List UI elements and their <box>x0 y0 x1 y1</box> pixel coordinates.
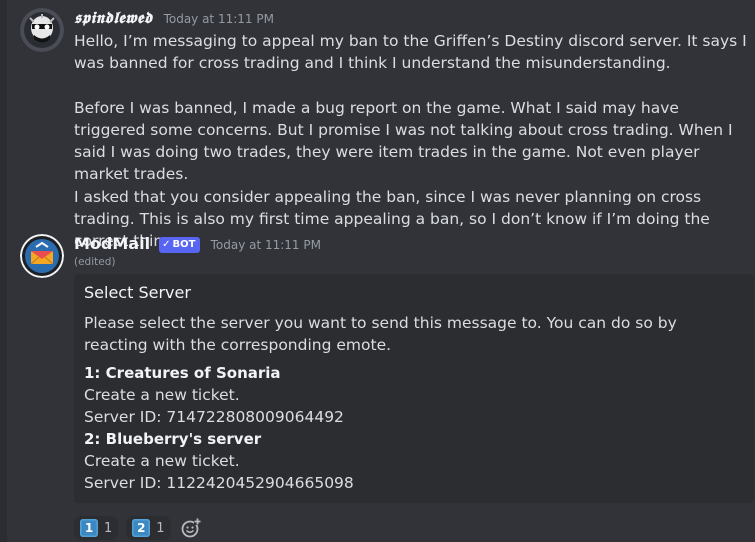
avatar[interactable] <box>20 8 64 52</box>
avatar[interactable] <box>20 234 64 278</box>
reaction-count: 1 <box>156 520 165 536</box>
embed-field-value: Server ID: 714722808009064492 <box>84 408 344 426</box>
embed-field-name: 2: Blueberry's server <box>84 430 262 448</box>
timestamp: Today at 11:11 PM <box>210 238 321 252</box>
embed-field-name: 1: Creatures of Sonaria <box>84 364 281 382</box>
embed-title: Select Server <box>84 283 191 302</box>
add-reaction-icon <box>181 518 201 538</box>
embed-field-value: Create a new ticket. <box>84 452 240 470</box>
verified-check-icon: ✓ <box>162 239 171 250</box>
reactions-bar: 1 1 2 1 <box>74 516 203 540</box>
message-paragraph: Before I was banned, I made a bug report… <box>74 98 733 184</box>
bot-tag-label: BOT <box>172 239 196 250</box>
embed: Select Server Please select the server y… <box>74 274 754 503</box>
reaction-count: 1 <box>104 520 113 536</box>
reaction-keycap-1[interactable]: 1 1 <box>74 516 119 540</box>
bot-tag: ✓ BOT <box>159 237 200 253</box>
embed-field-value: Create a new ticket. <box>84 386 240 404</box>
keycap-two-icon: 2 <box>132 519 151 537</box>
message-header: ModMail ✓ BOT Today at 11:11 PM <box>74 234 321 253</box>
timestamp: Today at 11:11 PM <box>163 12 274 26</box>
username[interactable]: ModMail <box>74 234 150 253</box>
embed-description: Please select the server you want to sen… <box>84 314 677 354</box>
message-body: Hello, I’m messaging to appeal my ban to… <box>74 30 754 253</box>
reaction-keycap-2[interactable]: 2 1 <box>126 516 171 540</box>
edited-label: (edited) <box>74 256 116 268</box>
scroll-gutter <box>0 0 7 542</box>
embed-field-value: Server ID: 1122420452904665098 <box>84 474 354 492</box>
add-reaction-button[interactable] <box>179 516 203 540</box>
username[interactable]: 𝖘𝖕𝖎𝖓𝖉𝖑𝖊𝖜𝖊𝖉 <box>74 8 152 27</box>
message-paragraph: Hello, I’m messaging to appeal my ban to… <box>74 32 747 73</box>
keycap-one-icon: 1 <box>80 519 98 537</box>
message-header: 𝖘𝖕𝖎𝖓𝖉𝖑𝖊𝖜𝖊𝖉 Today at 11:11 PM <box>74 8 274 28</box>
